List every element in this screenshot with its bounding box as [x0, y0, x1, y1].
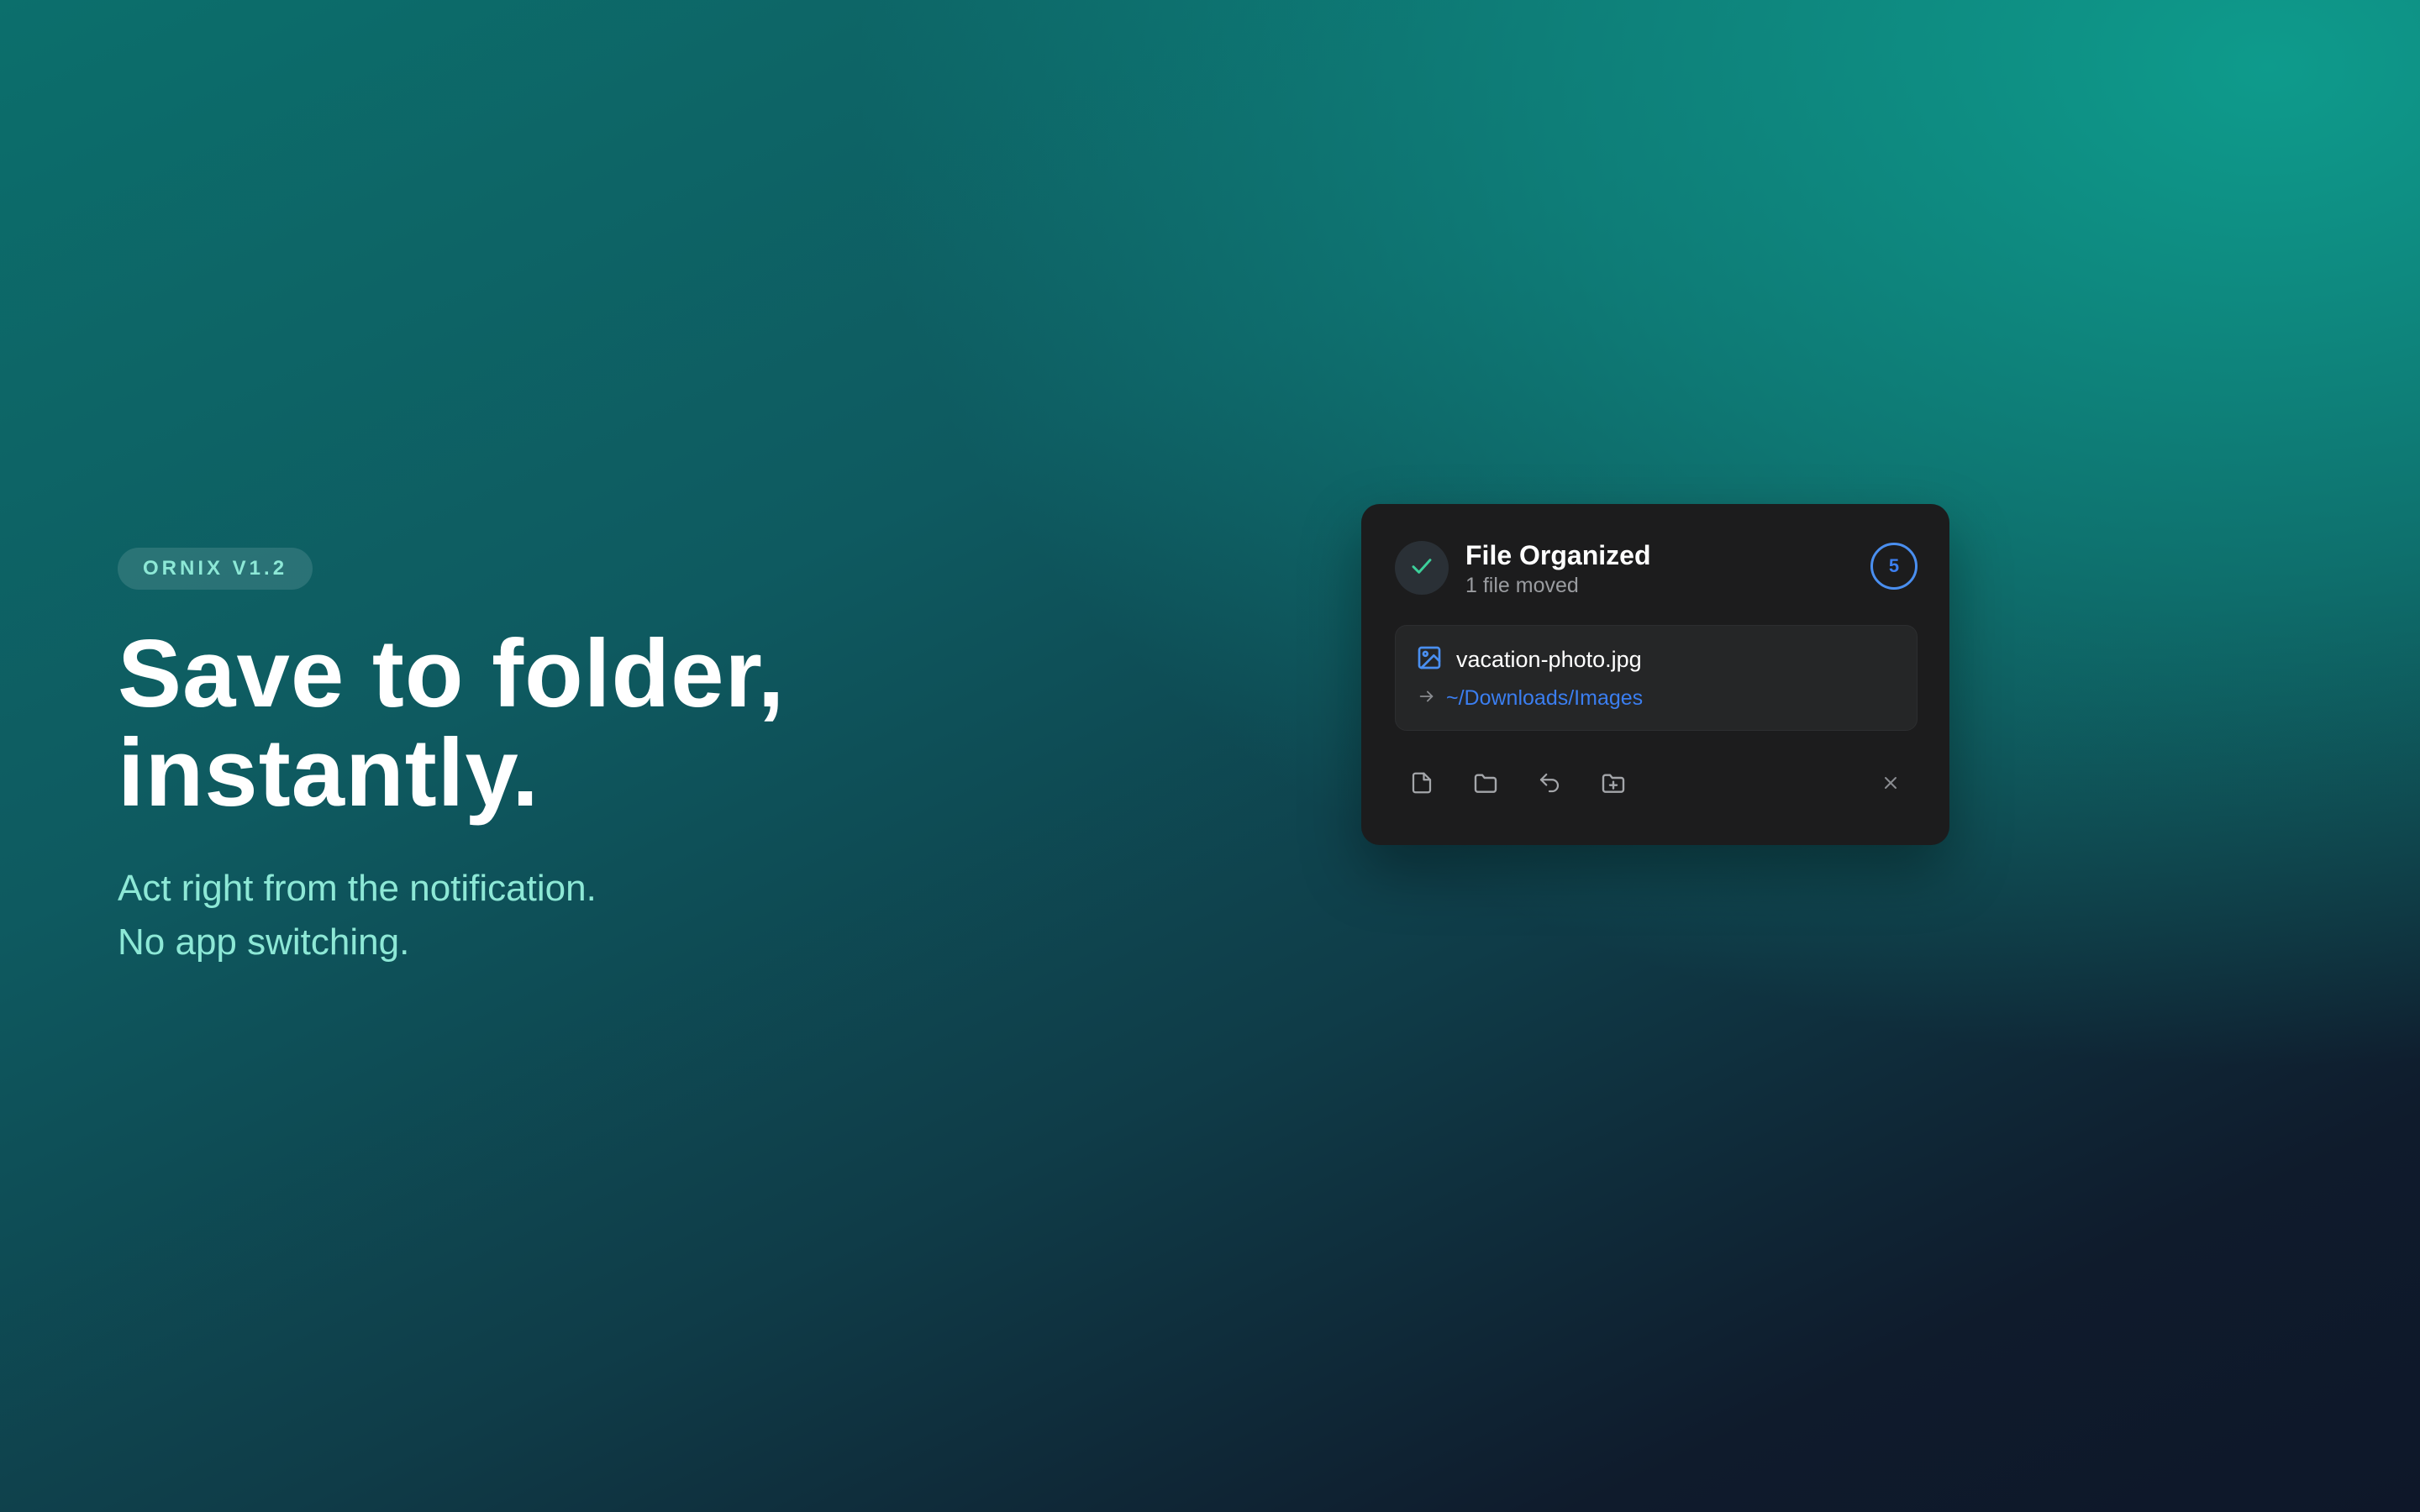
subheadline-line-2: No app switching.: [118, 921, 410, 963]
status-indicator: [1395, 541, 1449, 595]
file-icon: [1409, 770, 1434, 800]
file-row: vacation-photo.jpg: [1416, 644, 1642, 675]
check-icon: [1408, 553, 1435, 584]
dismiss-button[interactable]: [1876, 769, 1906, 800]
file-name: vacation-photo.jpg: [1456, 647, 1642, 672]
notification-subtitle: 1 file moved: [1465, 574, 1579, 597]
headline-line-1: Save to folder,: [118, 621, 786, 727]
folder-icon: [1472, 769, 1499, 801]
folder-plus-icon: [1600, 769, 1627, 801]
version-badge: ORNIX V1.2: [118, 548, 313, 590]
countdown-badge: 5: [1870, 543, 1918, 590]
notification-title: File Organized: [1465, 540, 1651, 570]
subheadline-line-1: Act right from the notification.: [118, 868, 597, 909]
destination-path-link[interactable]: ~/Downloads/Images: [1446, 686, 1643, 711]
open-file-button[interactable]: [1407, 769, 1437, 800]
new-folder-button[interactable]: [1598, 769, 1628, 800]
headline: Save to folder, instantly.: [118, 625, 1042, 823]
file-details[interactable]: vacation-photo.jpg ~/Downloads/Images: [1395, 625, 1918, 731]
notification-card[interactable]: File Organized 1 file moved 5 vacation-p…: [1361, 504, 1949, 845]
subheadline: Act right from the notification. No app …: [118, 862, 1042, 969]
arrow-right-icon: [1418, 687, 1436, 710]
destination-row: ~/Downloads/Images: [1418, 686, 1643, 711]
close-icon: [1881, 773, 1901, 797]
hero-section: ORNIX V1.2 Save to folder, instantly. Ac…: [118, 548, 1042, 969]
image-file-icon: [1416, 644, 1443, 675]
undo-icon: [1537, 770, 1562, 800]
undo-button[interactable]: [1534, 769, 1565, 800]
action-bar: [1407, 769, 1662, 800]
open-folder-button[interactable]: [1470, 769, 1501, 800]
headline-line-2: instantly.: [118, 720, 539, 827]
